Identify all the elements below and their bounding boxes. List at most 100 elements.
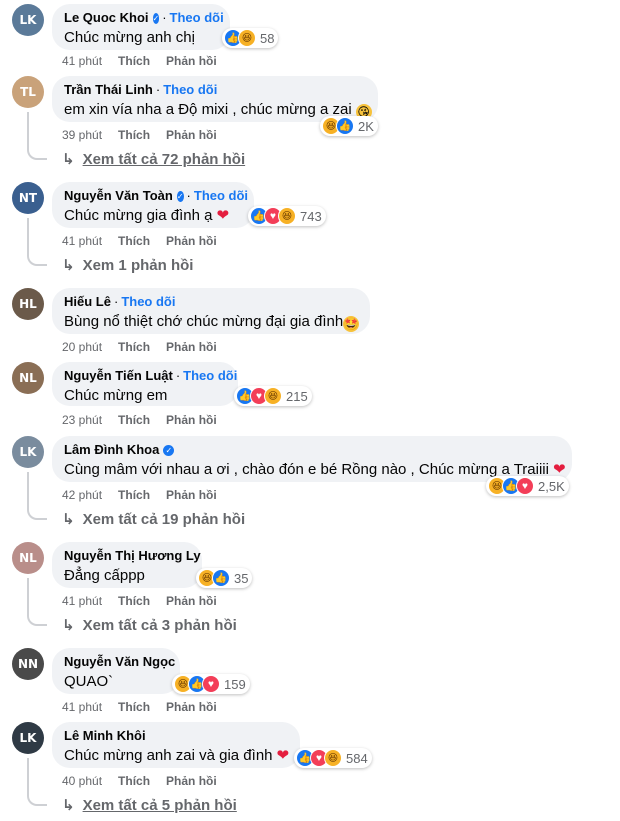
reply-button[interactable]: Phản hồi: [166, 594, 217, 608]
avatar[interactable]: NN: [12, 648, 44, 680]
follow-link[interactable]: Theo dõi: [194, 188, 248, 204]
reply-button[interactable]: Phản hồi: [166, 128, 217, 142]
view-replies-link[interactable]: ↳ Xem 1 phản hồi: [62, 256, 193, 275]
comment-text: em xin vía nha a Độ mixi , chúc mừng a z…: [64, 101, 352, 118]
like-button[interactable]: Thích: [118, 54, 150, 68]
comment-time[interactable]: 39 phút: [62, 128, 102, 142]
reaction-summary[interactable]: 👍 ♥ 😆 584: [294, 748, 372, 768]
like-button[interactable]: Thích: [118, 234, 150, 248]
reaction-count: 2K: [358, 118, 374, 134]
author-name[interactable]: Nguyễn Văn Ngọc: [64, 654, 175, 670]
comment-time[interactable]: 41 phút: [62, 700, 102, 714]
author-name[interactable]: Nguyễn Tiến Luật: [64, 368, 173, 384]
reaction-summary[interactable]: 😆 👍 ♥ 159: [172, 674, 250, 694]
reply-button[interactable]: Phản hồi: [166, 413, 217, 427]
verified-badge-icon: ✓: [163, 444, 175, 456]
comment-bubble: Le Quoc Khoi ✓ · Theo dõi Chúc mừng anh …: [52, 4, 230, 50]
view-replies-link[interactable]: ↳ Xem tất cả 19 phản hồi: [62, 510, 245, 529]
reaction-count: 584: [346, 750, 368, 766]
comment-actions: 40 phút Thích Phản hồi: [62, 774, 233, 788]
comment-time[interactable]: 41 phút: [62, 54, 102, 68]
author-name[interactable]: Lê Minh Khôi: [64, 728, 146, 744]
follow-link[interactable]: Theo dõi: [170, 10, 224, 26]
reply-arrow-icon: ↳: [62, 151, 75, 168]
reply-button[interactable]: Phản hồi: [166, 340, 217, 354]
avatar[interactable]: TL: [12, 76, 44, 108]
reply-button[interactable]: Phản hồi: [166, 488, 217, 502]
reply-button[interactable]: Phản hồi: [166, 234, 217, 248]
like-button[interactable]: Thích: [118, 700, 150, 714]
reply-button[interactable]: Phản hồi: [166, 700, 217, 714]
reaction-count: 58: [260, 30, 275, 46]
comment-actions: 41 phút Thích Phản hồi: [62, 234, 233, 248]
love-reaction-icon: ♥: [516, 477, 534, 495]
reaction-summary[interactable]: 👍 ♥ 😆 743: [248, 206, 326, 226]
like-reaction-icon: 👍: [336, 117, 354, 135]
avatar[interactable]: LK: [12, 436, 44, 468]
comment-time[interactable]: 20 phút: [62, 340, 102, 354]
author-name[interactable]: Nguyễn Văn Toàn: [64, 188, 173, 204]
comment-time[interactable]: 41 phút: [62, 234, 102, 248]
comment-actions: 20 phút Thích Phản hồi: [62, 340, 233, 354]
like-button[interactable]: Thích: [118, 340, 150, 354]
comment-time[interactable]: 40 phút: [62, 774, 102, 788]
reply-arrow-icon: ↳: [62, 257, 75, 274]
reply-button[interactable]: Phản hồi: [166, 54, 217, 68]
comment-time[interactable]: 23 phút: [62, 413, 102, 427]
reaction-count: 215: [286, 388, 308, 404]
author-name[interactable]: Lâm Đình Khoa: [64, 442, 159, 458]
reaction-count: 2,5K: [538, 478, 565, 494]
heart-emoji-icon: ❤: [216, 207, 230, 224]
reaction-summary[interactable]: 😆 👍 ♥ 2,5K: [486, 476, 569, 496]
comment-bubble: Nguyễn Văn Toàn ✓ · Theo dõi Chúc mừng g…: [52, 182, 254, 228]
haha-reaction-icon: 😆: [238, 29, 256, 47]
haha-reaction-icon: 😆: [264, 387, 282, 405]
comment-bubble: Nguyễn Văn Ngọc QUAO`: [52, 648, 180, 694]
star-struck-emoji-icon: 🤩: [343, 316, 360, 332]
comment-time[interactable]: 41 phút: [62, 594, 102, 608]
avatar[interactable]: NL: [12, 542, 44, 574]
avatar[interactable]: NT: [12, 182, 44, 214]
like-button[interactable]: Thích: [118, 128, 150, 142]
view-replies-link[interactable]: ↳ Xem tất cả 72 phản hồi: [62, 150, 245, 169]
thread-connector: [27, 758, 47, 806]
comment-actions: 41 phút Thích Phản hồi: [62, 594, 233, 608]
follow-link[interactable]: Theo dõi: [121, 294, 175, 310]
author-name[interactable]: Hiếu Lê: [64, 294, 111, 310]
heart-emoji-icon: ❤: [276, 747, 290, 764]
like-button[interactable]: Thích: [118, 594, 150, 608]
love-reaction-icon: ♥: [202, 675, 220, 693]
haha-reaction-icon: 😆: [278, 207, 296, 225]
like-button[interactable]: Thích: [118, 413, 150, 427]
avatar[interactable]: HL: [12, 288, 44, 320]
author-name[interactable]: Nguyễn Thị Hương Ly: [64, 548, 201, 564]
author-name[interactable]: Le Quoc Khoi: [64, 10, 149, 26]
reaction-summary[interactable]: 😆 👍 2K: [320, 116, 378, 136]
reaction-count: 743: [300, 208, 322, 224]
comment-text: Chúc mừng anh chị: [64, 29, 195, 46]
reaction-count: 159: [224, 676, 246, 692]
reaction-count: 35: [234, 570, 249, 586]
avatar[interactable]: LK: [12, 4, 44, 36]
reply-button[interactable]: Phản hồi: [166, 774, 217, 788]
reaction-summary[interactable]: 👍 ♥ 😆 215: [234, 386, 312, 406]
verified-badge-icon: ✓: [152, 12, 160, 24]
comment-text: Cùng mâm với nhau a ơi , chào đón e bé R…: [64, 461, 549, 478]
follow-link[interactable]: Theo dõi: [163, 82, 217, 98]
verified-badge-icon: ✓: [176, 190, 184, 202]
comment-text: Chúc mừng em: [64, 387, 168, 404]
thread-connector: [27, 218, 47, 266]
comment-time[interactable]: 42 phút: [62, 488, 102, 502]
like-button[interactable]: Thích: [118, 774, 150, 788]
reaction-summary[interactable]: 👍 😆 58: [222, 28, 279, 48]
reaction-summary[interactable]: 😆 👍 35: [196, 568, 253, 588]
follow-link[interactable]: Theo dõi: [183, 368, 237, 384]
view-replies-link[interactable]: ↳ Xem tất cả 5 phản hồi: [62, 796, 237, 815]
avatar[interactable]: NL: [12, 362, 44, 394]
like-button[interactable]: Thích: [118, 488, 150, 502]
avatar[interactable]: LK: [12, 722, 44, 754]
comment-text: Chúc mừng anh zai và gia đình: [64, 747, 273, 764]
author-name[interactable]: Trần Thái Linh: [64, 82, 153, 98]
thread-connector: [27, 112, 47, 160]
view-replies-link[interactable]: ↳ Xem tất cả 3 phản hồi: [62, 616, 237, 635]
